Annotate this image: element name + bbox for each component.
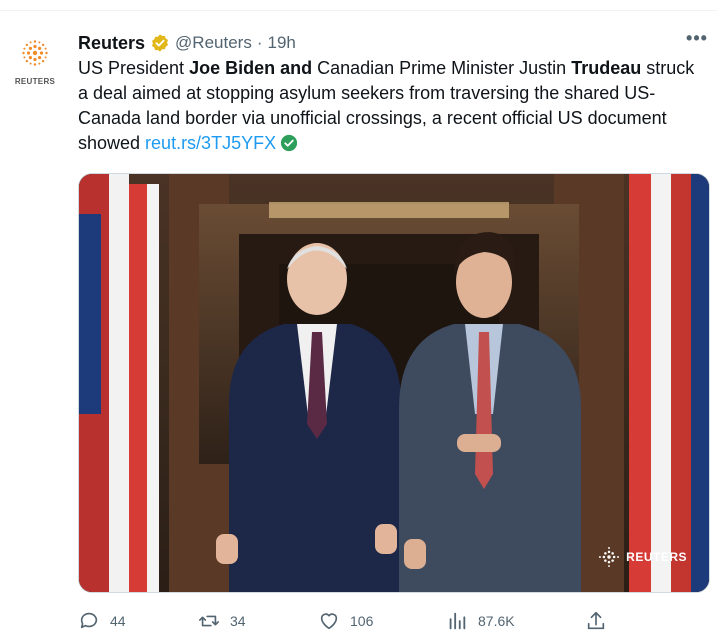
reuters-logo-icon [22, 40, 48, 66]
photo-watermark: REUTERS [598, 546, 687, 568]
like-button[interactable]: 106 [318, 609, 373, 631]
share-icon [587, 611, 605, 630]
reply-icon [80, 612, 98, 629]
tweet-timestamp[interactable]: 19h [268, 33, 296, 53]
photo-illustration [79, 174, 709, 592]
watermark-text: REUTERS [626, 550, 687, 564]
more-horizontal-icon: ••• [686, 28, 708, 48]
avatar[interactable]: REUTERS [8, 37, 62, 93]
tweet-header: Reuters @Reuters · 19h [78, 31, 296, 55]
more-options-button[interactable]: ••• [685, 29, 709, 53]
reply-count: 44 [110, 613, 126, 629]
check-circle-icon [280, 134, 298, 152]
retweet-icon [199, 615, 219, 627]
views-count: 87.6K [478, 613, 515, 629]
display-name[interactable]: Reuters [78, 33, 145, 54]
text-part-1: US President [78, 58, 190, 78]
tweet[interactable]: REUTERS Reuters @Reuters · 19h ••• US Pr… [0, 11, 717, 631]
retweet-button[interactable]: 34 [198, 609, 246, 631]
share-button[interactable] [585, 609, 607, 631]
tweet-photo[interactable]: REUTERS [78, 173, 710, 593]
views-chart-icon [449, 612, 466, 630]
separator-dot: · [256, 33, 263, 52]
avatar-logo-text: REUTERS [14, 77, 56, 86]
text-bold-2: Trudeau [571, 58, 642, 78]
tweet-actions: 44 34 106 87.6K [78, 609, 698, 631]
author-handle[interactable]: @Reuters [175, 33, 252, 53]
text-bold-1: Joe Biden and [189, 58, 313, 78]
heart-icon [320, 613, 338, 630]
reuters-watermark-icon [599, 547, 620, 567]
tweet-text: US President Joe Biden and Canadian Prim… [78, 56, 698, 156]
verified-badge-icon [152, 34, 169, 52]
text-part-2: Canadian Prime Minister Justin [312, 58, 572, 78]
views-button[interactable]: 87.6K [446, 609, 515, 631]
like-count: 106 [350, 613, 374, 629]
reply-button[interactable]: 44 [78, 609, 126, 631]
retweet-count: 34 [230, 613, 246, 629]
article-link[interactable]: reut.rs/3TJ5YFX [145, 133, 276, 153]
